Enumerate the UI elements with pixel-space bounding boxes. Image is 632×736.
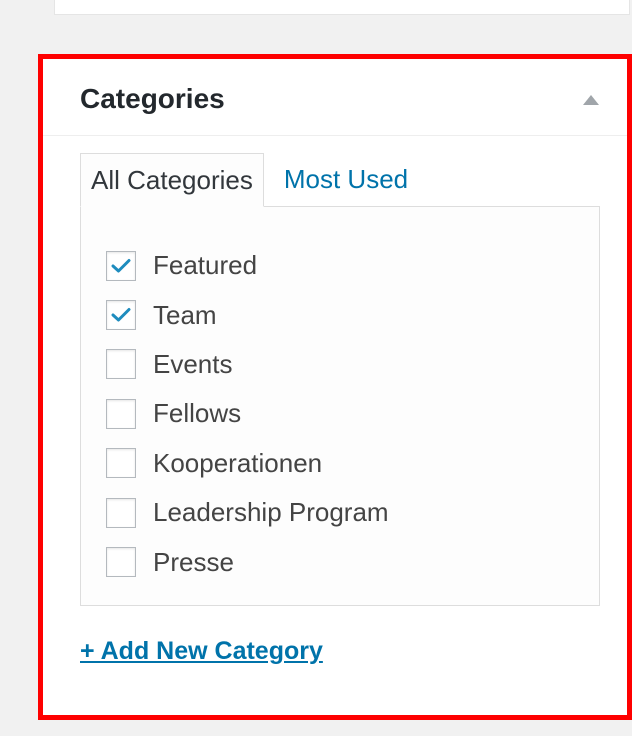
category-label: Featured <box>153 250 258 281</box>
category-item-events[interactable]: Events <box>106 340 389 389</box>
categories-metabox: Categories All Categories Most Used Feat… <box>38 54 632 720</box>
category-item-fellows[interactable]: Fellows <box>106 389 389 438</box>
metabox-header: Categories <box>43 59 627 136</box>
category-item-presse[interactable]: Presse <box>106 537 389 586</box>
category-label: Presse <box>153 546 234 577</box>
category-label: Fellows <box>153 398 242 429</box>
triangle-up-icon[interactable] <box>579 89 603 109</box>
category-checkbox[interactable] <box>106 300 136 331</box>
previous-metabox <box>54 0 630 15</box>
metabox-title: Categories <box>80 83 225 114</box>
category-label: Kooperationen <box>153 447 323 478</box>
category-tabs: All Categories Most Used <box>80 153 418 207</box>
checkmark-icon <box>111 308 131 322</box>
checkmark-icon <box>111 258 131 273</box>
category-checkbox[interactable] <box>106 497 136 528</box>
tab-most-used[interactable]: Most Used <box>264 153 418 207</box>
category-checkbox[interactable] <box>106 349 136 380</box>
category-label: Events <box>153 348 233 379</box>
add-new-category-link[interactable]: + Add New Category <box>80 637 323 666</box>
category-item-featured[interactable]: Featured <box>106 241 389 290</box>
category-item-team[interactable]: Team <box>106 290 389 339</box>
category-item-leadership-program[interactable]: Leadership Program <box>106 488 389 537</box>
category-checkbox[interactable] <box>106 547 136 578</box>
category-checklist: Featured Team Events Fellows Kooperation… <box>106 241 389 587</box>
category-label: Team <box>153 299 217 330</box>
category-checkbox[interactable] <box>106 448 136 479</box>
category-label: Leadership Program <box>153 497 389 528</box>
category-item-kooperationen[interactable]: Kooperationen <box>106 439 389 488</box>
category-checkbox[interactable] <box>106 398 136 429</box>
categories-panel: Featured Team Events Fellows Kooperation… <box>80 206 600 606</box>
tab-all-categories[interactable]: All Categories <box>80 153 264 207</box>
category-checkbox[interactable] <box>106 250 136 281</box>
